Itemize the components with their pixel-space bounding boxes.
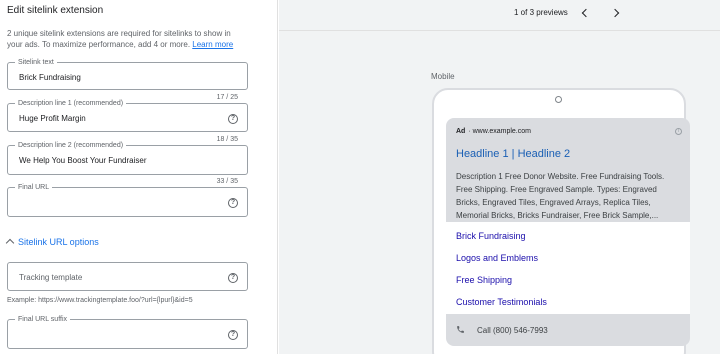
desc1-counter: 17 / 25 [216, 94, 238, 101]
chevron-up-icon [5, 238, 15, 248]
divider [279, 30, 720, 31]
sitelink-item[interactable]: Customer Testimonials [456, 297, 547, 307]
final-url-suffix-field[interactable]: Final URL suffix ? [7, 315, 248, 349]
sitelink-text-field[interactable]: Sitelink text Brick Fundraising [7, 58, 248, 90]
sitelink-url-options-label: Sitelink URL options [18, 237, 99, 247]
description-line-1-value: Huge Profit Margin [19, 114, 86, 123]
description-line-2-value: We Help You Boost Your Fundraiser [19, 156, 147, 165]
sitelink-text-label: Sitelink text [15, 58, 57, 67]
sitelink-text-value: Brick Fundraising [19, 73, 81, 82]
description-line-1-field[interactable]: Description line 1 (recommended) Huge Pr… [7, 99, 248, 132]
preview-counter: 1 of 3 previews [514, 8, 568, 17]
sitelink-item[interactable]: Brick Fundraising [456, 231, 526, 241]
sitelink-url-options-toggle[interactable]: Sitelink URL options [5, 237, 99, 248]
call-extension[interactable]: Call (800) 546-7993 [456, 324, 548, 335]
sitelinks-list: Brick Fundraising Logos and Emblems Free… [446, 222, 690, 314]
final-url-suffix-label: Final URL suffix [15, 315, 71, 324]
tracking-template-field[interactable]: Tracking template ? [7, 262, 248, 291]
ad-preview-card: Ad · www.example.com i Headline 1 | Headl… [446, 118, 690, 346]
tracking-template-example: Example: https://www.trackingtemplate.fo… [7, 297, 193, 304]
final-url-counter: 33 / 35 [216, 178, 238, 185]
device-label: Mobile [431, 72, 455, 81]
camera-icon [555, 96, 562, 103]
sitelink-editor-panel: Edit sitelink extension 2 unique sitelin… [0, 0, 278, 354]
sitelink-item[interactable]: Free Shipping [456, 275, 512, 285]
final-url-field[interactable]: Final URL ? [7, 183, 248, 217]
learn-more-link[interactable]: Learn more [192, 40, 233, 49]
ad-header: Ad · www.example.com [456, 128, 531, 135]
ad-display-url: · www.example.com [468, 128, 531, 135]
help-circle-icon[interactable]: ? [228, 114, 238, 124]
chevron-left-icon[interactable] [578, 6, 592, 20]
description-line-2-field[interactable]: Description line 2 (recommended) We Help… [7, 141, 248, 175]
call-text: Call (800) 546-7993 [477, 326, 548, 335]
phone-icon [457, 326, 464, 333]
info-icon: i [675, 128, 682, 135]
help-circle-icon[interactable]: ? [228, 198, 238, 208]
tracking-template-placeholder: Tracking template [19, 273, 83, 282]
ad-headline[interactable]: Headline 1 | Headline 2 [456, 148, 570, 160]
final-url-label: Final URL [15, 183, 53, 192]
panel-title: Edit sitelink extension [7, 5, 104, 16]
mobile-phone-frame: Ad · www.example.com i Headline 1 | Headl… [432, 88, 690, 354]
intro-text: 2 unique sitelink extensions are require… [7, 28, 247, 50]
help-circle-icon[interactable]: ? [228, 273, 238, 283]
ad-preview-panel: 1 of 3 previews Mobile Ad · www.example.c… [279, 0, 720, 354]
description-line-2-label: Description line 2 (recommended) [15, 141, 127, 150]
ad-description: Description 1 Free Donor Website. Free F… [456, 172, 665, 220]
desc2-counter: 18 / 35 [216, 136, 238, 143]
ad-badge: Ad [456, 128, 466, 135]
help-circle-icon[interactable]: ? [228, 330, 238, 340]
sitelink-item[interactable]: Logos and Emblems [456, 253, 538, 263]
chevron-right-icon[interactable] [610, 6, 624, 20]
description-line-1-label: Description line 1 (recommended) [15, 99, 127, 108]
